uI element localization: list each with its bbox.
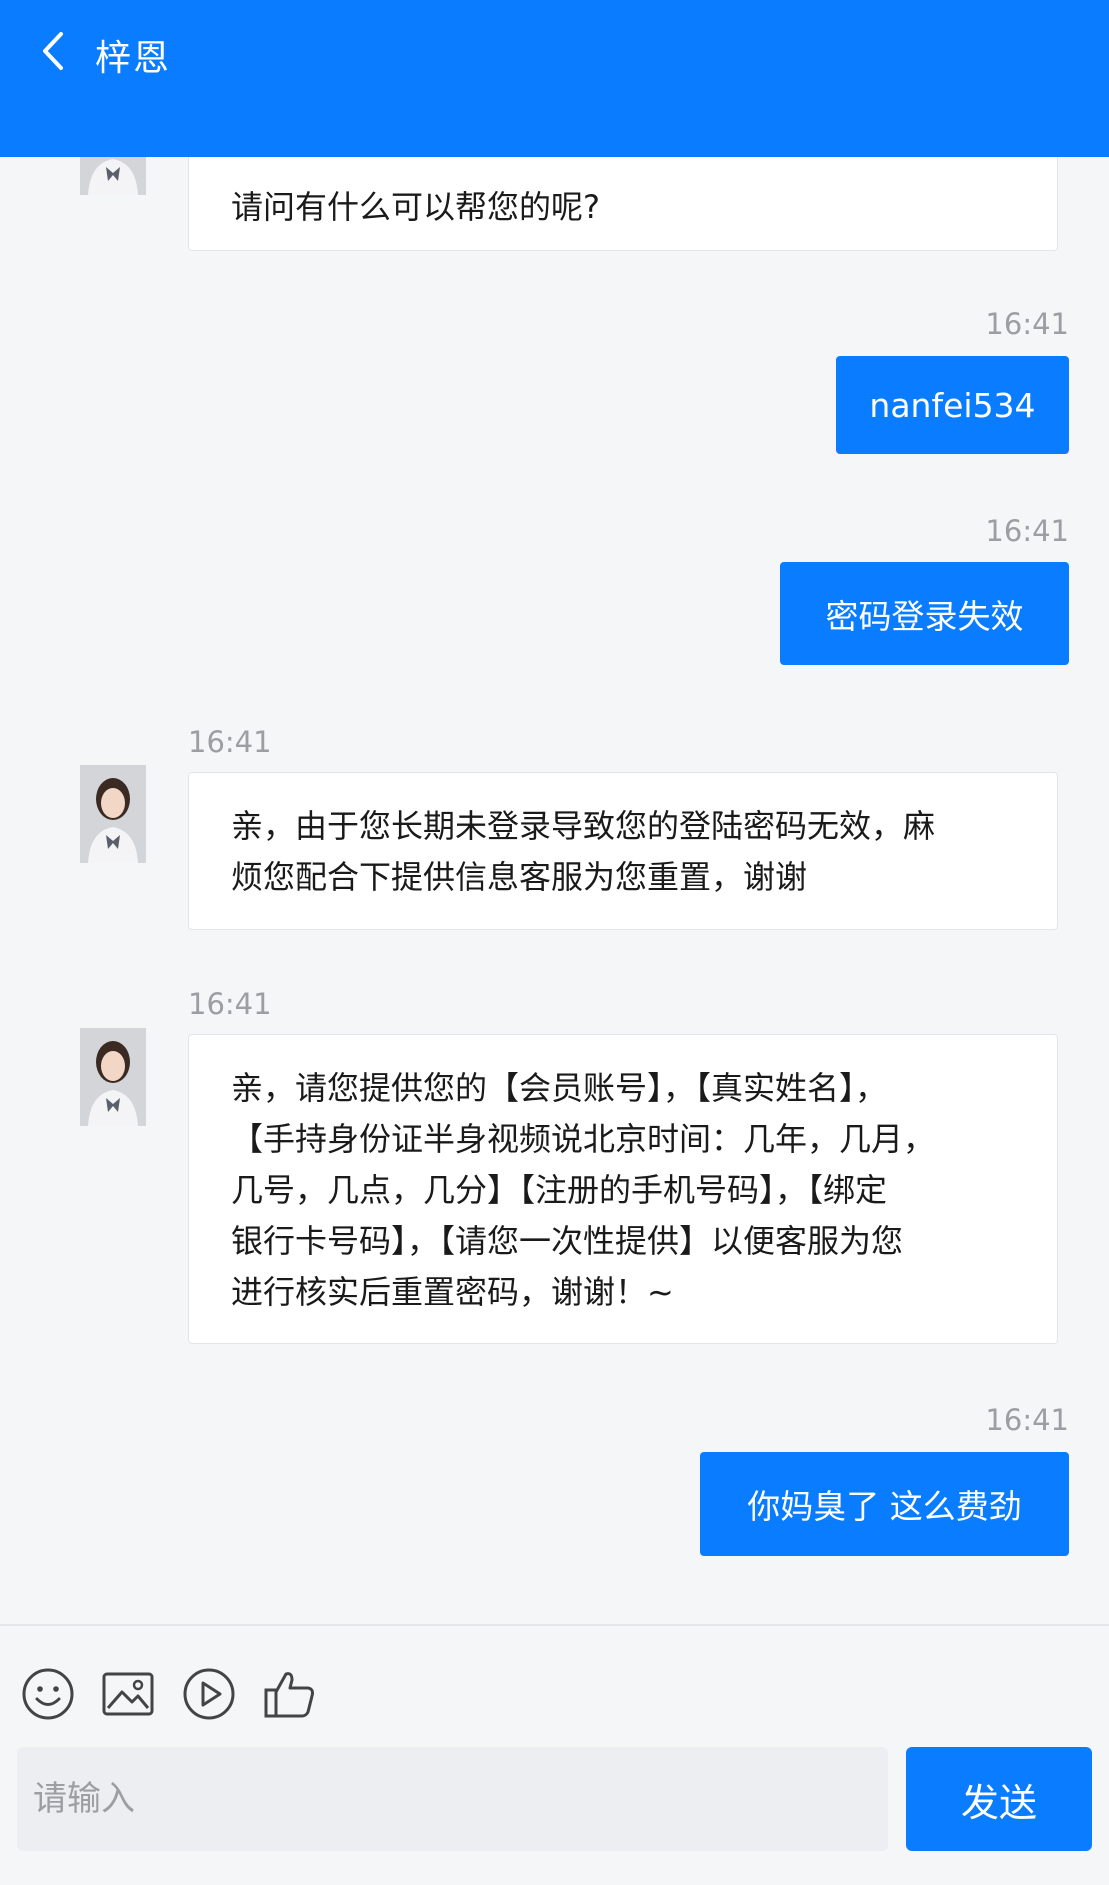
message-text: 你妈臭了 这么费劲	[747, 1487, 1022, 1526]
incoming-message: 请问有什么可以帮您的呢?	[188, 157, 1058, 251]
contact-name: 梓恩	[95, 38, 172, 79]
message-line: 银行卡号码】，【请您一次性提供】以便客服为您	[231, 1222, 904, 1260]
video-icon[interactable]	[181, 1666, 237, 1722]
outgoing-message: nanfei534	[836, 356, 1069, 454]
outgoing-message: 密码登录失效	[780, 562, 1069, 665]
agent-avatar	[80, 765, 146, 863]
agent-avatar	[80, 157, 146, 195]
send-button[interactable]: 发送	[906, 1747, 1092, 1851]
message-line: 亲，由于您长期未登录导致您的登陆密码无效，麻	[231, 807, 936, 845]
header: 梓恩	[0, 0, 1109, 157]
message-line: 进行核实后重置密码，谢谢！~	[231, 1273, 674, 1311]
incoming-message: 亲，请您提供您的【会员账号】，【真实姓名】， 【手持身份证半身视频说北京时间：几…	[188, 1034, 1058, 1344]
message-input[interactable]	[17, 1747, 888, 1851]
thumbs-up-icon[interactable]	[262, 1666, 318, 1722]
message-line: 几号，几点，几分】【注册的手机号码】，【绑定	[231, 1171, 888, 1209]
message-text: 请问有什么可以帮您的呢?	[231, 188, 600, 226]
message-timestamp: 16:41	[985, 514, 1069, 548]
toolbar-divider	[0, 1624, 1109, 1626]
chevron-left-icon	[43, 32, 63, 70]
message-line: 【手持身份证半身视频说北京时间：几年，几月，	[231, 1120, 936, 1158]
message-timestamp: 16:41	[985, 1403, 1069, 1437]
message-text: 密码登录失效	[825, 596, 1024, 636]
outgoing-message: 你妈臭了 这么费劲	[700, 1452, 1069, 1556]
emoji-icon[interactable]	[20, 1666, 76, 1722]
message-line: 烦您配合下提供信息客服为您重置，谢谢	[231, 858, 808, 896]
chat-area[interactable]: 请问有什么可以帮您的呢? 16:41 nanfei534 16:41 密码登录失…	[0, 157, 1109, 1627]
back-button[interactable]	[36, 28, 70, 74]
message-timestamp: 16:41	[188, 725, 272, 759]
message-text: nanfei534	[869, 385, 1036, 425]
image-icon[interactable]	[100, 1666, 156, 1722]
message-timestamp: 16:41	[188, 987, 272, 1021]
message-timestamp: 16:41	[985, 307, 1069, 341]
message-line: 亲，请您提供您的【会员账号】，【真实姓名】，	[231, 1069, 888, 1107]
agent-avatar	[80, 1028, 146, 1126]
incoming-message: 亲，由于您长期未登录导致您的登陆密码无效，麻 烦您配合下提供信息客服为您重置，谢…	[188, 772, 1058, 930]
